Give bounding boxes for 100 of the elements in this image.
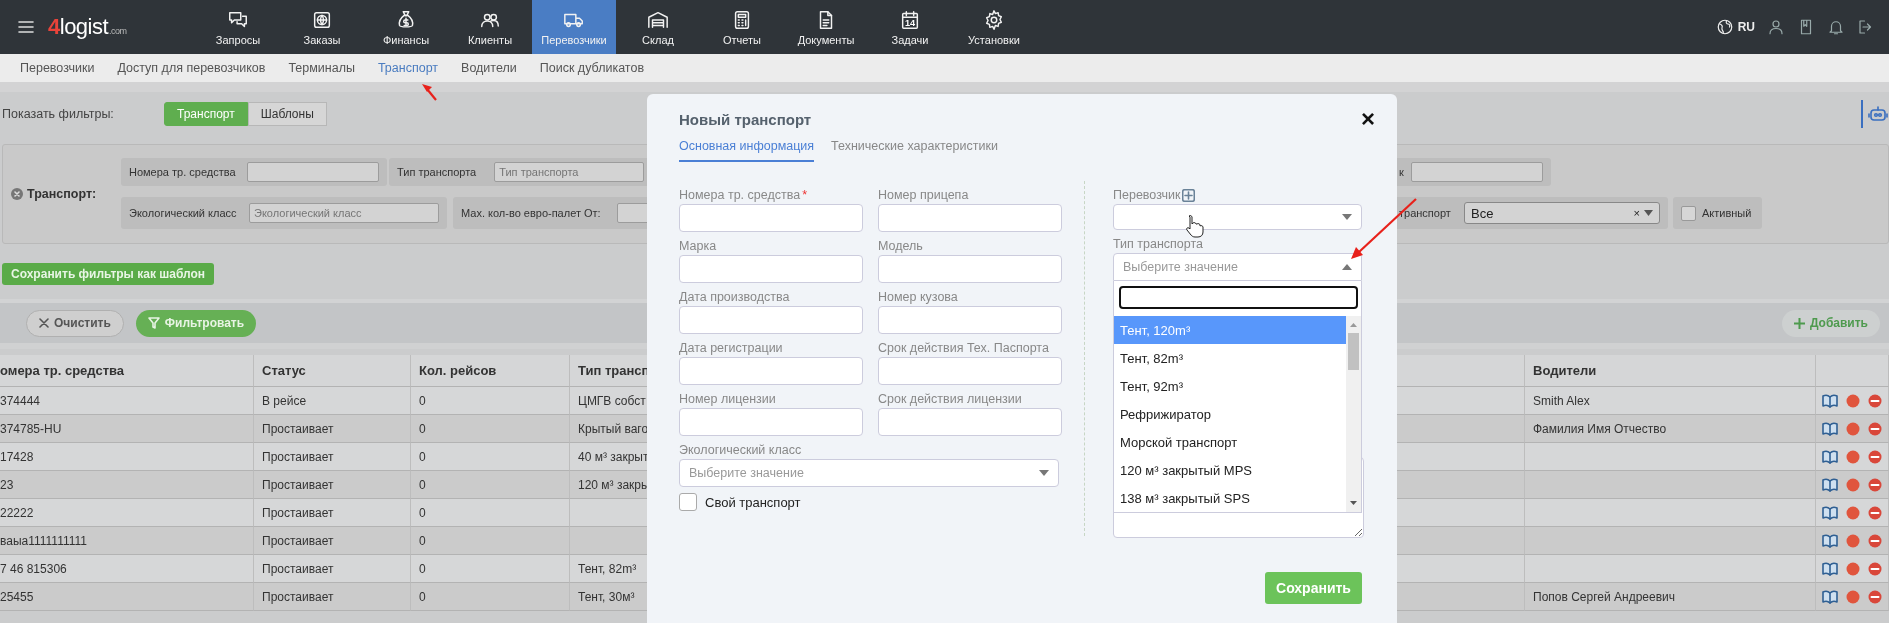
user-icon[interactable] [1767,18,1785,36]
field-label: Перевозчик [1113,187,1181,203]
field-label: Экологический класс [129,207,237,219]
annotation-arrow [422,84,437,101]
nav-item[interactable]: Склад [616,0,700,54]
clear-button[interactable]: Очистить [26,309,124,337]
input-field[interactable] [679,408,863,436]
close-button[interactable]: × [1361,109,1375,129]
dot-icon[interactable] [1846,589,1860,604]
nav-item[interactable]: 14 Задачи [868,0,952,54]
table-cell: ваыа1111111111 [0,527,254,555]
nav-item[interactable]: Установки [952,0,1036,54]
scrollbar[interactable] [1346,316,1361,512]
column-header: Кол. рейсов [411,355,570,387]
menu-icon[interactable] [18,20,34,34]
book-icon[interactable] [1822,421,1838,436]
subnav-link[interactable]: Перевозчики [20,61,95,75]
subnav-link[interactable]: Водители [461,61,517,75]
field-label: Мах. кол-во евро-палет От: [461,207,601,219]
input-field[interactable] [878,204,1062,232]
field-label: Номера тр. средства [679,187,801,203]
globe-icon [1715,18,1734,36]
nav-item[interactable]: Финансы [364,0,448,54]
remove-icon[interactable] [1868,421,1882,436]
dot-icon[interactable] [1846,533,1860,548]
checkbox[interactable] [1681,205,1696,221]
logo[interactable]: 4logist.com [48,14,168,40]
remove-icon[interactable] [1868,477,1882,492]
nav-item[interactable]: Отчеты [700,0,784,54]
nav-item[interactable]: Заказы [280,0,364,54]
field-label: Срок действия лицензии [878,391,1022,407]
table-cell: 0 [411,415,570,443]
select-field[interactable] [1113,204,1362,230]
table-cell: 22222 [0,499,254,527]
field-label: Активный [1702,207,1752,219]
book-icon[interactable] [1822,589,1838,604]
input-field[interactable]: Экологический класс [249,203,439,223]
input-field[interactable] [878,255,1062,283]
book-icon[interactable] [1822,393,1838,408]
table-cell: 0 [411,443,570,471]
clear-icon[interactable] [11,188,23,200]
input-field[interactable] [1411,162,1543,182]
subnav-link[interactable]: Терминалы [288,61,355,75]
input-field[interactable] [878,408,1062,436]
dot-icon[interactable] [1846,561,1860,576]
remove-icon[interactable] [1868,589,1882,604]
tab[interactable]: Основная информация [679,137,815,162]
subnav-link[interactable]: Поиск дубликатов [539,61,645,75]
book-icon[interactable] [1822,533,1838,548]
close-icon [39,318,49,328]
table-cell: 0 [411,387,570,415]
table-cell: Smith Alex [1525,387,1816,415]
input-field[interactable] [247,162,379,182]
add-icon[interactable] [1182,188,1196,202]
nav-item[interactable]: Перевозчики [532,0,616,54]
remove-icon[interactable] [1868,393,1882,408]
remove-icon[interactable] [1868,561,1882,576]
remove-icon[interactable] [1868,533,1882,548]
table-cell: 374785-HU [0,415,254,443]
search-field[interactable] [1119,286,1358,309]
book-icon[interactable] [1822,449,1838,464]
filter-toggle[interactable]: Шаблоны [247,102,327,126]
book-icon[interactable] [1822,561,1838,576]
book-icon[interactable] [1822,477,1838,492]
nav-item[interactable]: Документы [784,0,868,54]
remove-icon[interactable] [1868,449,1882,464]
subnav-link[interactable]: Транспорт [377,61,439,75]
dot-icon[interactable] [1846,393,1860,408]
dot-icon[interactable] [1846,421,1860,436]
table-cell: 7 46 815306 [0,555,254,583]
table-cell: 25455 [0,583,254,611]
input-field[interactable]: Тип транспорта [494,162,645,182]
robot-icon[interactable] [1867,106,1889,122]
filters-label: Показать фильтры: [2,107,115,121]
book-icon[interactable] [1822,505,1838,520]
input-field[interactable] [679,204,863,232]
field-label: Тип транспорта [397,166,477,178]
table-cell: 17428 [0,443,254,471]
field-label: Модель [878,238,923,254]
input-field[interactable] [878,357,1062,385]
table-cell: 0 [411,583,570,611]
checkbox[interactable] [679,493,697,511]
input-field[interactable] [679,306,863,334]
input-field[interactable] [878,306,1062,334]
dot-icon[interactable] [1846,449,1860,464]
input-field[interactable] [679,357,863,385]
nav-item[interactable]: Запросы [196,0,280,54]
table-cell: Простаивает [254,527,411,555]
input-field[interactable] [679,255,863,283]
dot-icon[interactable] [1846,505,1860,520]
nav-item[interactable]: Клиенты [448,0,532,54]
subnav-link[interactable]: Доступ для перевозчиков [117,61,266,75]
remove-icon[interactable] [1868,505,1882,520]
language-selector[interactable]: RU [1715,18,1755,36]
dot-icon[interactable] [1846,477,1860,492]
bell-icon[interactable] [1827,18,1845,36]
select-field[interactable]: Все × [1464,202,1660,224]
table-cell: Простаивает [254,499,411,527]
table-cell: 0 [411,499,570,527]
field-label: Срок действия Тех. Паспорта [878,340,1049,356]
